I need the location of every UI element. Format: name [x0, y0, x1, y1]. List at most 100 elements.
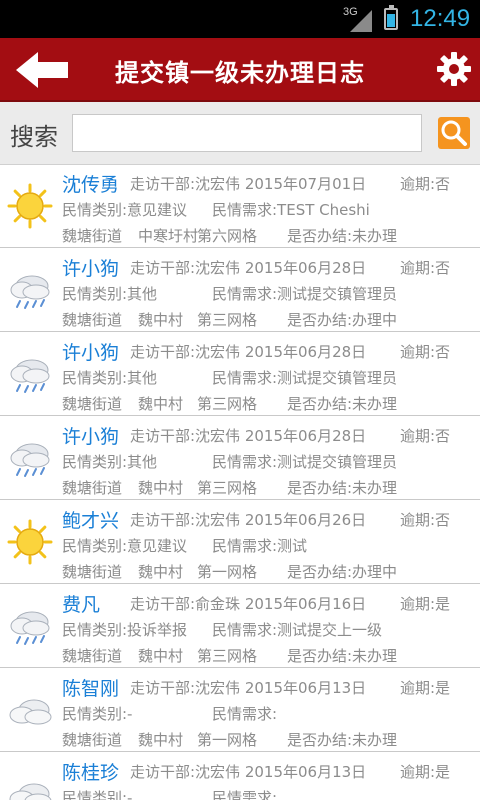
record-name: 鲍才兴 — [62, 510, 120, 532]
rain-cloud-icon — [6, 350, 54, 398]
status-clock: 12:49 — [410, 5, 471, 32]
record-street: 魏塘街道 — [62, 395, 123, 413]
record-overdue: 逾期:否 — [400, 343, 451, 361]
record-category: 民情类别:其他 — [62, 453, 158, 471]
record-visitor: 走访干部:沈宏伟 2015年06月13日 — [130, 763, 367, 781]
back-button[interactable] — [14, 50, 70, 90]
record-status: 是否办结:未办理 — [287, 479, 398, 497]
settings-button[interactable] — [436, 51, 472, 87]
rain-cloud-icon — [6, 602, 54, 650]
search-label: 搜索 — [10, 123, 58, 151]
record-visitor: 走访干部:沈宏伟 2015年06月28日 — [130, 259, 367, 277]
record-grid: 第一网格 — [197, 563, 258, 581]
signal-icon — [350, 10, 372, 32]
record-grid: 第一网格 — [197, 731, 258, 749]
list-item[interactable]: 许小狗 走访干部:沈宏伟 2015年06月28日 逾期:否民情类别:其他 民情需求:测… — [0, 416, 480, 500]
record-name: 费凡 — [62, 594, 101, 616]
record-request: 民情需求:测试提交镇管理员 — [212, 285, 398, 303]
record-village: 魏中村 — [138, 731, 184, 749]
record-village: 魏中村 — [138, 647, 184, 665]
title-bar: 提交镇一级未办理日志 — [0, 38, 480, 102]
record-village: 魏中村 — [138, 311, 184, 329]
rain-cloud-icon — [6, 434, 54, 482]
record-street: 魏塘街道 — [62, 227, 123, 245]
list-item[interactable]: 陈智刚 走访干部:沈宏伟 2015年06月13日 逾期:是民情类别:- 民情需求: 魏塘… — [0, 668, 480, 752]
record-visitor: 走访干部:沈宏伟 2015年06月28日 — [130, 427, 367, 445]
list-item[interactable]: 费凡 走访干部:俞金珠 2015年06月16日 逾期:是民情类别:投诉举报 民情需求:… — [0, 584, 480, 668]
record-status: 是否办结:未办理 — [287, 647, 398, 665]
page-title: 提交镇一级未办理日志 — [115, 59, 365, 87]
list-item[interactable]: 沈传勇 走访干部:沈宏伟 2015年07月01日 逾期:否民情类别:意见建议 民情需求… — [0, 164, 480, 248]
record-overdue: 逾期:是 — [400, 595, 451, 613]
sun-icon — [6, 182, 54, 230]
record-grid: 第三网格 — [197, 395, 258, 413]
record-overdue: 逾期:否 — [400, 259, 451, 277]
record-name: 陈智刚 — [62, 678, 120, 700]
record-status: 是否办结:未办理 — [287, 731, 398, 749]
record-village: 魏中村 — [138, 563, 184, 581]
record-overdue: 逾期:否 — [400, 175, 451, 193]
record-request: 民情需求:测试提交镇管理员 — [212, 369, 398, 387]
record-grid: 第三网格 — [197, 479, 258, 497]
record-overdue: 逾期:否 — [400, 511, 451, 529]
battery-icon — [384, 5, 398, 30]
record-grid: 第六网格 — [197, 227, 258, 245]
record-status: 是否办结:办理中 — [287, 563, 398, 581]
record-grid: 第三网格 — [197, 647, 258, 665]
rain-cloud-icon — [6, 266, 54, 314]
list-item[interactable]: 许小狗 走访干部:沈宏伟 2015年06月28日 逾期:否民情类别:其他 民情需求:测… — [0, 332, 480, 416]
record-category: 民情类别:- — [62, 789, 133, 800]
record-street: 魏塘街道 — [62, 731, 123, 749]
sun-icon — [6, 518, 54, 566]
record-village: 魏中村 — [138, 479, 184, 497]
gear-icon — [437, 52, 471, 86]
record-street: 魏塘街道 — [62, 311, 123, 329]
record-status: 是否办结:未办理 — [287, 227, 398, 245]
record-category: 民情类别:其他 — [62, 285, 158, 303]
record-street: 魏塘街道 — [62, 479, 123, 497]
record-request: 民情需求: — [212, 789, 278, 800]
record-category: 民情类别:其他 — [62, 369, 158, 387]
record-name: 许小狗 — [62, 342, 120, 364]
record-village: 中寒圩村 — [138, 227, 199, 245]
record-grid: 第三网格 — [197, 311, 258, 329]
record-overdue: 逾期:是 — [400, 679, 451, 697]
record-name: 许小狗 — [62, 426, 120, 448]
record-category: 民情类别:意见建议 — [62, 537, 188, 555]
record-status: 是否办结:办理中 — [287, 311, 398, 329]
record-visitor: 走访干部:俞金珠 2015年06月16日 — [130, 595, 367, 613]
cloud-icon — [6, 770, 54, 800]
record-name: 沈传勇 — [62, 174, 120, 196]
record-street: 魏塘街道 — [62, 647, 123, 665]
record-request: 民情需求:测试提交上一级 — [212, 621, 383, 639]
record-request: 民情需求:测试提交镇管理员 — [212, 453, 398, 471]
search-bar: 搜索 — [0, 102, 480, 165]
status-bar: 3G 12:49 — [0, 0, 480, 38]
record-overdue: 逾期:是 — [400, 763, 451, 781]
record-visitor: 走访干部:沈宏伟 2015年06月28日 — [130, 343, 367, 361]
list-item[interactable]: 许小狗 走访干部:沈宏伟 2015年06月28日 逾期:否民情类别:其他 民情需求:测… — [0, 248, 480, 332]
list-item[interactable]: 鲍才兴 走访干部:沈宏伟 2015年06月26日 逾期:否民情类别:意见建议 民情需求… — [0, 500, 480, 584]
record-village: 魏中村 — [138, 395, 184, 413]
record-status: 是否办结:未办理 — [287, 395, 398, 413]
record-overdue: 逾期:否 — [400, 427, 451, 445]
record-category: 民情类别:意见建议 — [62, 201, 188, 219]
record-visitor: 走访干部:沈宏伟 2015年06月26日 — [130, 511, 367, 529]
record-visitor: 走访干部:沈宏伟 2015年07月01日 — [130, 175, 367, 193]
record-request: 民情需求: — [212, 705, 278, 723]
list-item[interactable]: 陈桂珍 走访干部:沈宏伟 2015年06月13日 逾期:是民情类别:- 民情需求: — [0, 752, 480, 800]
back-arrow-icon — [16, 52, 68, 88]
record-street: 魏塘街道 — [62, 563, 123, 581]
record-name: 陈桂珍 — [62, 762, 120, 784]
record-request: 民情需求:测试 — [212, 537, 308, 555]
record-category: 民情类别:投诉举报 — [62, 621, 188, 639]
search-icon — [441, 120, 467, 146]
record-name: 许小狗 — [62, 258, 120, 280]
search-button[interactable] — [438, 117, 470, 149]
cloud-icon — [6, 686, 54, 734]
record-list[interactable]: 沈传勇 走访干部:沈宏伟 2015年07月01日 逾期:否 民情类别:意见建议 民情需求… — [0, 164, 480, 800]
record-request: 民情需求:TEST Cheshi — [212, 201, 370, 219]
record-category: 民情类别:- — [62, 705, 133, 723]
search-input[interactable] — [72, 114, 422, 152]
record-visitor: 走访干部:沈宏伟 2015年06月13日 — [130, 679, 367, 697]
